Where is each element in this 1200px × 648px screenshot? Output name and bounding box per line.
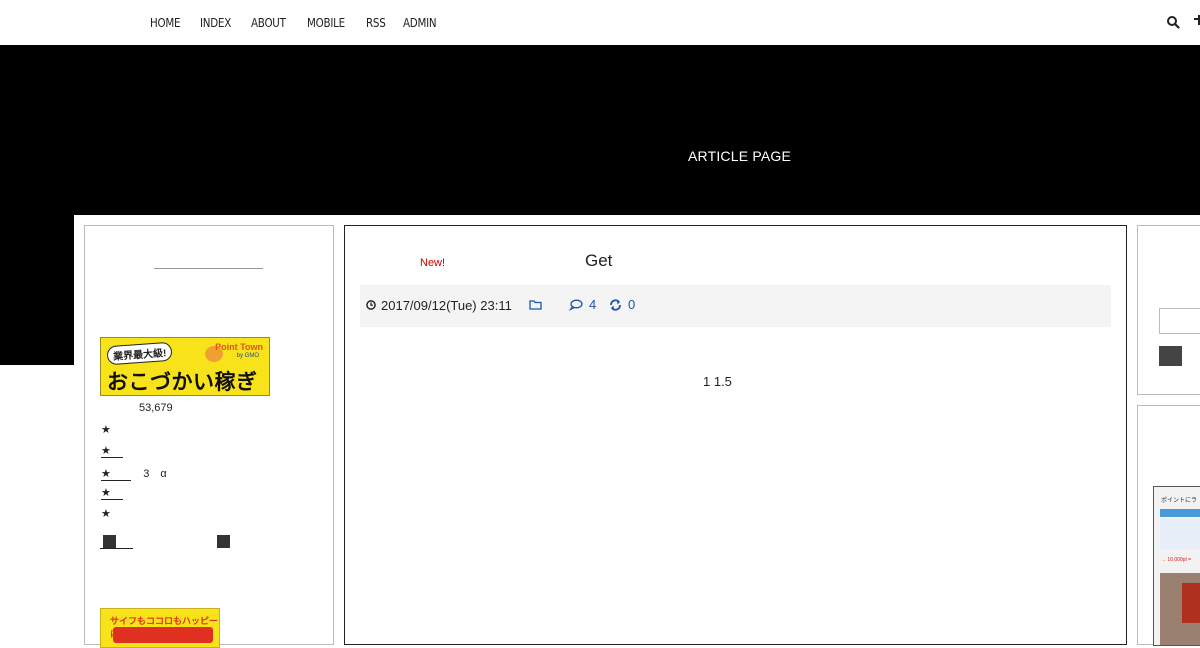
sidebar-search-input[interactable] xyxy=(1159,308,1200,334)
banner2-logo-icon xyxy=(113,627,213,643)
nav-home[interactable]: HOME xyxy=(150,16,181,30)
checkbox-icon[interactable] xyxy=(217,535,230,548)
article-title[interactable]: Get xyxy=(585,251,612,271)
sidebar-underline xyxy=(100,548,133,549)
sidebar-line: ★ xyxy=(101,486,123,500)
comment-count[interactable]: 4 xyxy=(589,297,596,312)
happy-banner[interactable]: サイフもココロもハッピーに! xyxy=(100,608,220,648)
folder-icon[interactable] xyxy=(529,299,542,310)
ad-info-box xyxy=(1160,519,1200,549)
visitor-count: 53,679 xyxy=(139,402,173,414)
comment-icon[interactable] xyxy=(569,299,583,311)
banner-headline: おこづかい稼ぎ xyxy=(107,371,258,394)
sidebar-line: ★ xyxy=(101,424,111,436)
pointtown-banner[interactable]: 業界最大級! Point Town by GMO おこづかい稼ぎ xyxy=(100,337,270,396)
sidebar-line: ★ xyxy=(101,508,111,520)
sidebar-line: ★ xyxy=(101,444,123,458)
nav-mobile[interactable]: MOBILE xyxy=(307,16,345,30)
banner-tagline: 業界最大級! xyxy=(106,341,173,366)
sidebar-search-button[interactable] xyxy=(1159,346,1182,366)
nav-about[interactable]: ABOUT xyxy=(251,16,286,30)
header-banner: ARTICLE PAGE xyxy=(0,45,1200,215)
nav-admin[interactable]: ADMIN xyxy=(403,16,437,30)
ad-note: → 10,000pt = xyxy=(1161,557,1192,563)
header-banner-extension xyxy=(0,215,74,365)
new-badge: New! xyxy=(420,257,446,269)
clock-icon xyxy=(366,300,376,310)
sidebar-line: ★ 3 α xyxy=(101,468,167,481)
ad-image[interactable]: ポイントにラ → 10,000pt = xyxy=(1153,486,1200,646)
checkbox-icon[interactable] xyxy=(103,535,116,548)
article-body: 1 1.5 xyxy=(703,374,732,389)
page-title: ARTICLE PAGE xyxy=(688,148,792,164)
nav-icons xyxy=(1166,14,1200,30)
ad-caption: ポイントにラ xyxy=(1161,498,1198,504)
search-icon[interactable] xyxy=(1166,14,1180,30)
menu-icon[interactable] xyxy=(1194,14,1200,30)
article-meta-bar: 2017/09/12(Tue) 23:11 4 0 xyxy=(360,285,1111,327)
banner-brand-sub: by GMO xyxy=(236,353,259,359)
right-search-panel xyxy=(1137,225,1200,395)
banner-brand: Point Town xyxy=(215,342,263,352)
trackback-icon[interactable] xyxy=(609,299,622,311)
nav-links: HOME INDEX ABOUT MOBILE RSS ADMIN xyxy=(150,0,457,45)
trackback-count[interactable]: 0 xyxy=(628,297,635,312)
ad-photo-detail xyxy=(1182,583,1200,623)
ad-blue-band xyxy=(1160,509,1200,517)
nav-rss[interactable]: RSS xyxy=(366,16,386,30)
article-panel: New! Get 2017/09/12(Tue) 23:11 4 0 1 1.5 xyxy=(344,225,1127,645)
left-sidebar: 業界最大級! Point Town by GMO おこづかい稼ぎ 53,679 … xyxy=(84,225,334,648)
nav-index[interactable]: INDEX xyxy=(200,16,231,30)
right-ad-panel: ポイントにラ → 10,000pt = xyxy=(1137,405,1200,646)
top-nav: HOME INDEX ABOUT MOBILE RSS ADMIN xyxy=(0,0,1200,45)
article-date: 2017/09/12(Tue) 23:11 xyxy=(381,298,512,313)
sidebar-divider xyxy=(154,268,263,269)
